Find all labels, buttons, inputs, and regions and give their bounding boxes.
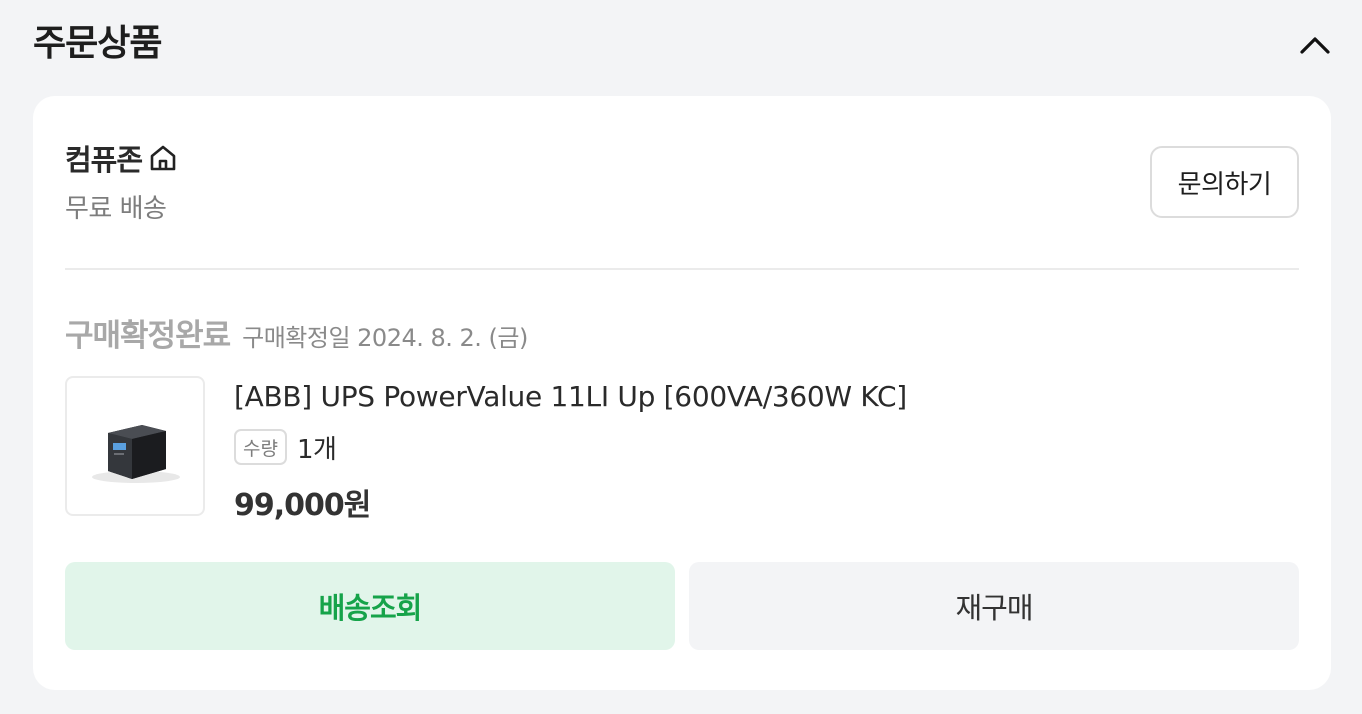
- divider: [65, 268, 1299, 270]
- product-name[interactable]: [ABB] UPS PowerValue 11LI Up [600VA/360W…: [234, 380, 907, 413]
- collapse-button[interactable]: [1297, 28, 1333, 64]
- section-title: 주문상품: [33, 23, 162, 64]
- status-date: 구매확정일 2024. 8. 2. (금): [242, 324, 528, 352]
- inquiry-button[interactable]: 문의하기: [1150, 146, 1299, 218]
- seller-name[interactable]: 컴퓨존: [65, 137, 143, 179]
- quantity-value: 1개: [296, 434, 337, 465]
- status-label: 구매확정완료: [65, 318, 231, 354]
- track-delivery-button[interactable]: 배송조회: [65, 562, 675, 650]
- order-items-header: 주문상품: [33, 20, 1333, 72]
- home-icon[interactable]: [148, 143, 178, 173]
- product-price: 99,000원: [234, 488, 371, 523]
- chevron-up-icon: [1300, 37, 1330, 54]
- seller-info[interactable]: 컴퓨존: [65, 138, 178, 178]
- rebuy-button[interactable]: 재구매: [689, 562, 1299, 650]
- order-status: 구매확정완료 구매확정일 2024. 8. 2. (금): [65, 310, 528, 354]
- product-thumbnail[interactable]: [65, 376, 205, 516]
- order-item-card: 컴퓨존 무료 배송 문의하기 구매확정완료 구매확정일 2024. 8. 2. …: [33, 96, 1331, 690]
- quantity-row: 수량 1개: [234, 429, 337, 465]
- ups-device-image: [92, 425, 180, 483]
- quantity-badge: 수량: [234, 429, 287, 465]
- shipping-note: 무료 배송: [65, 194, 167, 224]
